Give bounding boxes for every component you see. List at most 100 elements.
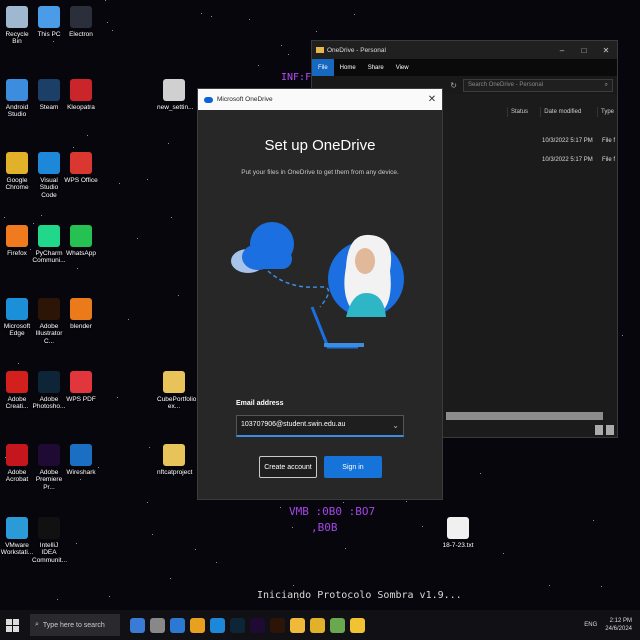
tab-file[interactable]: File [312,59,334,76]
windows-start-icon[interactable] [6,618,24,632]
desktop-icon[interactable]: Adobe Acrobat [0,444,34,484]
desktop-icon-label: nftcatproject [157,469,193,476]
desktop-icon[interactable]: PyCharm Communi... [32,225,66,265]
steam-icon [38,79,60,101]
taskbar-app-icon[interactable] [130,617,145,633]
desktop-overlay-text: VMB :0B0 :BO7 [289,505,376,518]
taskbar-app-icon[interactable] [290,617,305,633]
maximize-icon[interactable]: □ [573,46,595,55]
whatsapp-icon [70,225,92,247]
desktop-icon-label: VMware Workstati... [0,542,34,557]
table-row[interactable]: 10/3/2022 5:17 PM File f [542,150,617,169]
onedrive-setup-dialog[interactable]: Microsoft OneDrive ✕ Set up OneDrive Put… [197,88,443,500]
desktop-icon[interactable]: WPS PDF [64,371,98,403]
taskbar-app-icon[interactable] [310,617,325,633]
create-account-button[interactable]: Create account [259,456,317,478]
dialog-titlebar[interactable]: Microsoft OneDrive ✕ [198,89,442,110]
desktop-icon-label: Adobe Illustrator C... [35,323,63,345]
star [195,549,196,550]
desktop-icon-label: PyCharm Communi... [32,250,66,265]
search-icon: ⌕ [604,81,608,88]
search-placeholder: Search OneDrive - Personal [468,81,544,88]
desktop-icon[interactable]: WPS Office [64,152,98,184]
language-indicator[interactable]: ENG [584,622,597,628]
tab-share[interactable]: Share [362,59,390,76]
star [168,143,169,144]
desktop-icon[interactable]: blender [64,298,98,330]
star [112,30,113,31]
star [53,41,54,42]
refresh-icon[interactable]: ↻ [450,81,457,90]
column-headers: Status Date modified Type [507,107,617,117]
desktop-icon[interactable]: Adobe Photosho... [32,371,66,411]
desktop-icon[interactable]: Visual Studio Code [32,152,66,199]
text-file-icon [447,517,469,539]
illustrator-icon [38,298,60,320]
wps-pdf-icon [70,371,92,393]
chevron-down-icon[interactable]: ⌄ [392,421,399,430]
star [406,501,407,502]
wireshark-icon [70,444,92,466]
desktop-icon[interactable]: Steam [32,79,66,111]
desktop-icon[interactable]: Adobe Premiere Pr... [32,444,66,491]
star [601,586,602,587]
desktop-icon[interactable]: This PC [32,6,66,38]
taskbar-app-icon[interactable] [190,617,205,633]
desktop-icon-label: WPS Office [64,177,98,184]
taskbar-app-icon[interactable] [330,617,345,633]
clock[interactable]: 2:12 PM 24/6/2024 [605,617,632,634]
desktop-icon[interactable]: WhatsApp [64,225,98,257]
desktop-icon[interactable]: Electron [64,6,98,38]
taskbar-app-icon[interactable] [230,617,245,633]
desktop-icon[interactable]: VMware Workstati... [0,517,34,557]
star [292,527,293,528]
desktop-icon[interactable]: nftcatproject [157,444,193,476]
taskbar-app-icon[interactable] [150,617,165,633]
desktop-icon[interactable]: Adobe Illustrator C... [32,298,66,345]
desktop-icon[interactable]: Firefox [0,225,34,257]
desktop-icon-label: Visual Studio Code [39,177,59,199]
taskbar-app-icon[interactable] [250,617,265,633]
tiles-view-icon[interactable] [606,425,614,435]
desktop-icon[interactable]: 18-7-23.txt [441,517,475,549]
desktop-icon-label: Firefox [7,250,27,257]
minimize-icon[interactable]: – [551,46,573,55]
desktop-icon[interactable]: Google Chrome [0,152,34,192]
taskbar-app-icon[interactable] [350,617,365,633]
desktop-icon[interactable]: CubePortfolio ex... [157,371,196,411]
desktop-icon[interactable]: Microsoft Edge [0,298,34,338]
sign-in-button[interactable]: Sign in [324,456,382,478]
desktop-icon[interactable]: new_settin... [157,79,194,111]
desktop-icon[interactable]: Adobe Creati... [0,371,34,411]
taskbar-app-icon[interactable] [170,617,185,633]
table-row[interactable]: 10/3/2022 5:17 PM File f [542,131,617,150]
desktop-icon-label: Adobe Acrobat [5,469,29,484]
desktop-icon[interactable]: Android Studio [0,79,34,119]
horizontal-scrollbar[interactable] [446,412,603,420]
explorer-titlebar[interactable]: OneDrive - Personal – □ ✕ [312,41,617,59]
desktop-icon-label: Kleopatra [67,104,95,111]
star [80,479,81,480]
close-icon[interactable]: ✕ [422,94,442,105]
star [119,183,120,184]
column-type[interactable]: Type [596,107,617,117]
dialog-subtitle: Put your files in OneDrive to get them f… [241,169,399,176]
desktop-icon[interactable]: Kleopatra [64,79,98,111]
creative-cloud-icon [6,371,28,393]
desktop-icon[interactable]: Wireshark [64,444,98,476]
email-label: Email address [236,400,284,407]
taskbar-search-input[interactable]: ⌕ Type here to search [30,614,120,636]
email-field[interactable]: 103707906@student.swin.edu.au ⌄ [236,415,404,437]
tab-view[interactable]: View [390,59,415,76]
column-status[interactable]: Status [507,107,540,117]
search-input[interactable]: Search OneDrive - Personal ⌕ [463,78,613,92]
details-view-icon[interactable] [595,425,603,435]
column-date-modified[interactable]: Date modified [540,107,597,117]
star [171,217,172,218]
taskbar-app-icon[interactable] [210,617,225,633]
close-icon[interactable]: ✕ [595,46,617,55]
taskbar-app-icon[interactable] [270,617,285,633]
tab-home[interactable]: Home [334,59,362,76]
desktop-icon[interactable]: IntelliJ IDEA Communit... [32,517,67,564]
desktop-icon[interactable]: Recycle Bin [0,6,34,46]
